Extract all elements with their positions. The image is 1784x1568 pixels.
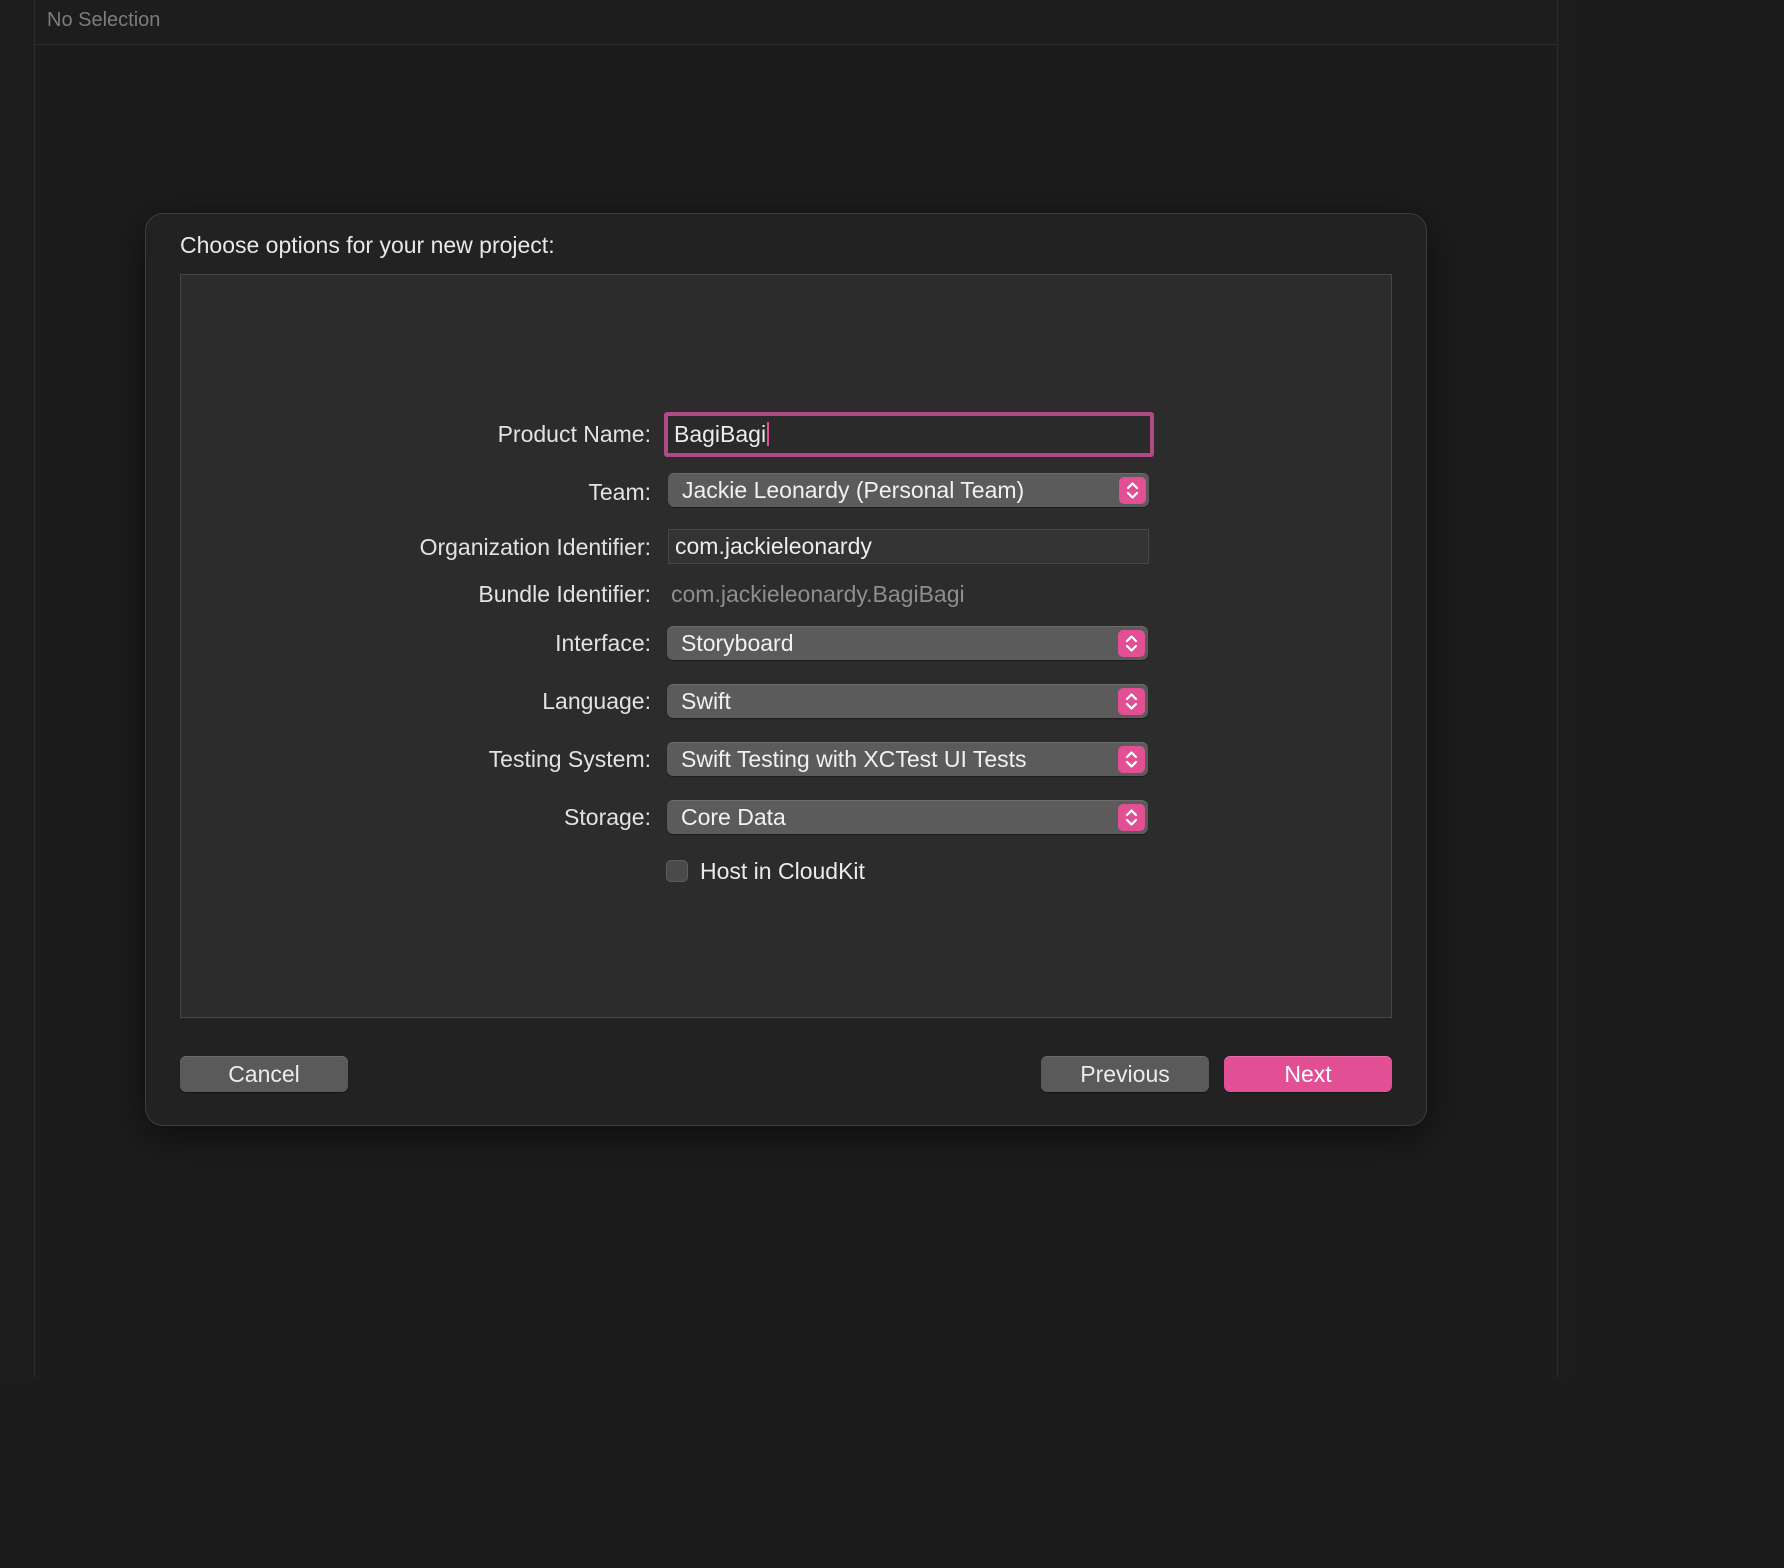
interface-popup[interactable]: Storyboard <box>667 626 1148 660</box>
product-name-field[interactable]: BagiBagi <box>664 412 1154 457</box>
language-popup[interactable]: Swift <box>667 684 1148 718</box>
host-in-cloudkit-checkbox[interactable] <box>666 860 688 882</box>
right-edge <box>1557 0 1569 1378</box>
product-name-label: Product Name: <box>497 421 651 447</box>
testing-system-label: Testing System: <box>488 746 651 772</box>
host-in-cloudkit-label[interactable]: Host in CloudKit <box>700 858 865 885</box>
left-gutter <box>0 0 35 1378</box>
team-label: Team: <box>588 479 651 505</box>
interface-label: Interface: <box>555 630 651 656</box>
chevron-up-down-icon <box>1118 804 1145 831</box>
options-panel: Product Name: BagiBagi Team: Jackie Leon… <box>180 274 1392 1018</box>
organization-identifier-field[interactable]: com.jackieleonardy <box>668 529 1149 564</box>
team-popup-value: Jackie Leonardy (Personal Team) <box>682 477 1025 503</box>
sheet-title: Choose options for your new project: <box>180 232 555 258</box>
bundle-identifier-label: Bundle Identifier: <box>478 581 651 607</box>
organization-identifier-value: com.jackieleonardy <box>675 533 872 559</box>
cancel-button[interactable]: Cancel <box>180 1056 348 1092</box>
storage-label: Storage: <box>564 804 651 830</box>
new-project-options-sheet: Choose options for your new project: Pro… <box>145 213 1427 1126</box>
bundle-identifier-value: com.jackieleonardy.BagiBagi <box>671 581 965 607</box>
no-selection-label: No Selection <box>47 9 161 31</box>
chevron-up-down-icon <box>1118 630 1145 657</box>
next-button[interactable]: Next <box>1224 1056 1392 1092</box>
language-label: Language: <box>542 688 651 714</box>
xcode-window: No Selection Choose options for your new… <box>0 0 1569 1378</box>
editor-top-bar: No Selection <box>35 0 1557 45</box>
chevron-up-down-icon <box>1118 688 1145 715</box>
product-name-value: BagiBagi <box>674 421 767 447</box>
storage-popup[interactable]: Core Data <box>667 800 1148 834</box>
team-popup[interactable]: Jackie Leonardy (Personal Team) <box>668 473 1149 507</box>
previous-button[interactable]: Previous <box>1041 1056 1209 1092</box>
organization-identifier-label: Organization Identifier: <box>419 534 651 560</box>
chevron-up-down-icon <box>1118 746 1145 773</box>
testing-system-popup[interactable]: Swift Testing with XCTest UI Tests <box>667 742 1148 776</box>
interface-popup-value: Storyboard <box>681 630 794 656</box>
chevron-up-down-icon <box>1119 477 1146 504</box>
text-caret <box>767 422 770 446</box>
testing-system-popup-value: Swift Testing with XCTest UI Tests <box>681 746 1027 772</box>
storage-popup-value: Core Data <box>681 804 786 830</box>
language-popup-value: Swift <box>681 688 731 714</box>
